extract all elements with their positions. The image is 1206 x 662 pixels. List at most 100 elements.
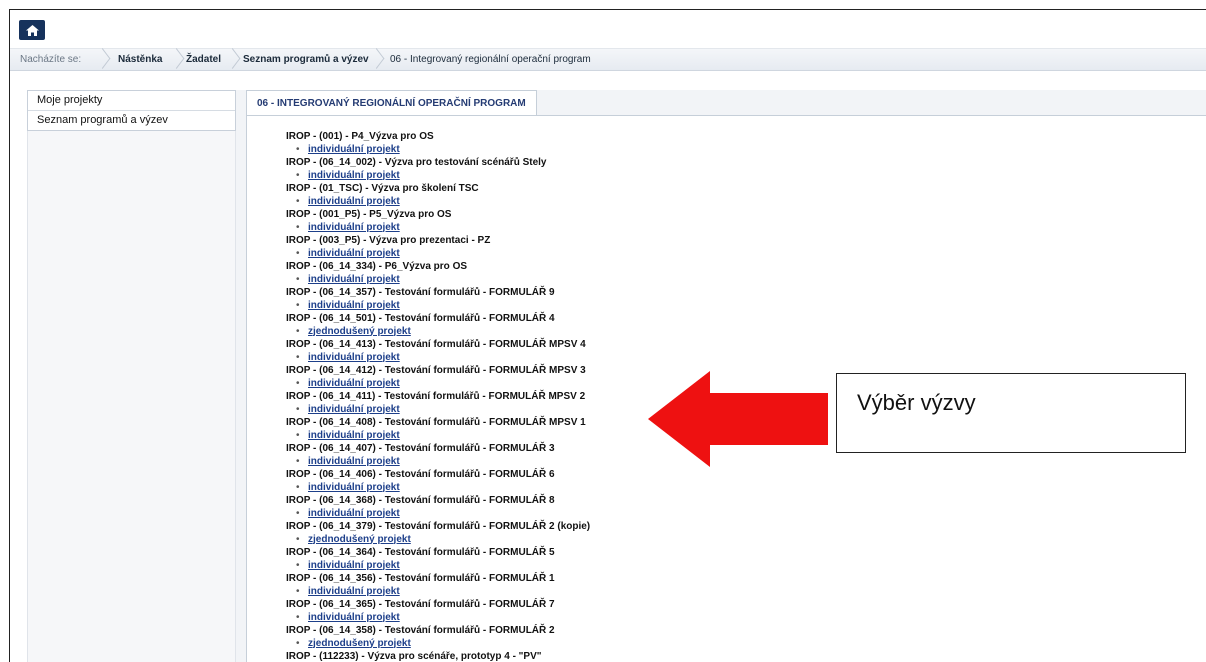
call-title: IROP - (06_14_358) - Testování formulářů… bbox=[286, 625, 555, 636]
project-type-link[interactable]: • individuální projekt bbox=[286, 585, 590, 599]
call-title: IROP - (003_P5) - Výzva pro prezentaci -… bbox=[286, 235, 491, 246]
project-type-link-label[interactable]: individuální projekt bbox=[308, 274, 400, 285]
call-title: IROP - (06_14_365) - Testování formulářů… bbox=[286, 599, 555, 610]
project-type-link[interactable]: • individuální projekt bbox=[286, 429, 590, 443]
call-title: IROP - (06_14_413) - Testování formulářů… bbox=[286, 339, 586, 350]
project-type-link[interactable]: • individuální projekt bbox=[286, 559, 590, 573]
project-type-link-label[interactable]: individuální projekt bbox=[308, 560, 400, 571]
bullet-icon: • bbox=[296, 351, 300, 363]
breadcrumb-separator bbox=[176, 49, 186, 70]
project-type-link-label[interactable]: zjednodušený projekt bbox=[308, 638, 411, 649]
app-window: Nacházíte se: Nástěnka Žadatel Seznam pr… bbox=[9, 9, 1206, 662]
project-type-link[interactable]: • individuální projekt bbox=[286, 351, 590, 365]
project-type-link-label[interactable]: individuální projekt bbox=[308, 482, 400, 493]
call-title: IROP - (06_14_411) - Testování formulářů… bbox=[286, 391, 586, 402]
sidebar: Moje projekty Seznam programů a výzev bbox=[27, 90, 236, 131]
call-title: IROP - (001) - P4_Výzva pro OS bbox=[286, 131, 434, 142]
bullet-icon: • bbox=[296, 143, 300, 155]
project-type-link[interactable]: • individuální projekt bbox=[286, 403, 590, 417]
project-type-link[interactable]: • individuální projekt bbox=[286, 195, 590, 209]
bullet-icon: • bbox=[296, 221, 300, 233]
project-type-link[interactable]: • individuální projekt bbox=[286, 481, 590, 495]
breadcrumb-separator bbox=[232, 49, 242, 70]
project-type-link[interactable]: • individuální projekt bbox=[286, 455, 590, 469]
bullet-icon: • bbox=[296, 247, 300, 259]
bullet-icon: • bbox=[296, 195, 300, 207]
project-type-link[interactable]: • individuální projekt bbox=[286, 221, 590, 235]
project-type-link-label[interactable]: zjednodušený projekt bbox=[308, 534, 411, 545]
project-type-link[interactable]: • individuální projekt bbox=[286, 143, 590, 157]
sidebar-item-seznam-programu[interactable]: Seznam programů a výzev bbox=[28, 111, 235, 130]
call-title: IROP - (06_14_406) - Testování formulářů… bbox=[286, 469, 555, 480]
home-icon bbox=[25, 24, 39, 36]
bullet-icon: • bbox=[296, 611, 300, 623]
project-type-link[interactable]: • individuální projekt bbox=[286, 377, 590, 391]
bullet-icon: • bbox=[296, 273, 300, 285]
project-type-link[interactable]: • individuální projekt bbox=[286, 247, 590, 261]
project-type-link-label[interactable]: individuální projekt bbox=[308, 508, 400, 519]
call-title: IROP - (06_14_364) - Testování formulářů… bbox=[286, 547, 555, 558]
project-type-link-label[interactable]: individuální projekt bbox=[308, 248, 400, 259]
sidebar-item-moje-projekty[interactable]: Moje projekty bbox=[28, 91, 235, 111]
project-type-link-label[interactable]: individuální projekt bbox=[308, 378, 400, 389]
bullet-icon: • bbox=[296, 403, 300, 415]
project-type-link-label[interactable]: individuální projekt bbox=[308, 196, 400, 207]
project-type-link[interactable]: • zjednodušený projekt bbox=[286, 533, 590, 547]
call-title: IROP - (06_14_002) - Výzva pro testování… bbox=[286, 157, 547, 168]
tab-irop[interactable]: 06 - INTEGROVANÝ REGIONÁLNÍ OPERAČNÍ PRO… bbox=[246, 90, 537, 116]
top-bar bbox=[10, 10, 1206, 49]
project-type-link-label[interactable]: individuální projekt bbox=[308, 170, 400, 181]
bullet-icon: • bbox=[296, 507, 300, 519]
project-type-link[interactable]: • individuální projekt bbox=[286, 611, 590, 625]
breadcrumb-item-seznam[interactable]: Seznam programů a výzev bbox=[243, 49, 369, 70]
breadcrumb-separator bbox=[376, 49, 386, 70]
project-type-link[interactable]: • individuální projekt bbox=[286, 169, 590, 183]
project-type-link-label[interactable]: individuální projekt bbox=[308, 430, 400, 441]
breadcrumb-label: Nacházíte se: bbox=[20, 54, 82, 65]
project-type-link[interactable]: • individuální projekt bbox=[286, 299, 590, 313]
project-type-link-label[interactable]: individuální projekt bbox=[308, 456, 400, 467]
call-title: IROP - (06_14_334) - P6_Výzva pro OS bbox=[286, 261, 468, 272]
bullet-icon: • bbox=[296, 299, 300, 311]
call-title: IROP - (06_14_368) - Testování formulářů… bbox=[286, 495, 555, 506]
call-title: IROP - (06_14_408) - Testování formulářů… bbox=[286, 417, 586, 428]
call-title: IROP - (06_14_501) - Testování formulářů… bbox=[286, 313, 555, 324]
project-type-link[interactable]: • individuální projekt bbox=[286, 273, 590, 287]
project-type-link-label[interactable]: individuální projekt bbox=[308, 586, 400, 597]
home-button[interactable] bbox=[19, 20, 45, 40]
call-list: IROP - (001) - P4_Výzva pro OS • individuá… bbox=[286, 130, 590, 662]
annotation-arrow bbox=[648, 371, 828, 467]
breadcrumb-separator bbox=[102, 49, 112, 70]
project-type-link[interactable]: • zjednodušený projekt bbox=[286, 637, 590, 651]
call-title: IROP - (06_14_407) - Testování formulářů… bbox=[286, 443, 555, 454]
project-type-link-label[interactable]: individuální projekt bbox=[308, 144, 400, 155]
breadcrumb: Nacházíte se: Nástěnka Žadatel Seznam pr… bbox=[10, 49, 1206, 71]
sidebar-background bbox=[27, 130, 236, 662]
breadcrumb-item-zadatel[interactable]: Žadatel bbox=[186, 49, 221, 70]
bullet-icon: • bbox=[296, 559, 300, 571]
bullet-icon: • bbox=[296, 377, 300, 389]
project-type-link-label[interactable]: zjednodušený projekt bbox=[308, 326, 411, 337]
project-type-link-label[interactable]: individuální projekt bbox=[308, 222, 400, 233]
project-type-link-label[interactable]: individuální projekt bbox=[308, 300, 400, 311]
bullet-icon: • bbox=[296, 325, 300, 337]
bullet-icon: • bbox=[296, 585, 300, 597]
project-type-link-label[interactable]: individuální projekt bbox=[308, 352, 400, 363]
call-title: IROP - (06_14_356) - Testování formulářů… bbox=[286, 573, 555, 584]
annotation-callout: Výběr výzvy bbox=[836, 373, 1186, 453]
bullet-icon: • bbox=[296, 429, 300, 441]
bullet-icon: • bbox=[296, 533, 300, 545]
project-type-link-label[interactable]: individuální projekt bbox=[308, 404, 400, 415]
bullet-icon: • bbox=[296, 169, 300, 181]
call-title: IROP - (06_14_357) - Testování formulářů… bbox=[286, 287, 555, 298]
project-type-link-label[interactable]: individuální projekt bbox=[308, 612, 400, 623]
call-title: IROP - (112233) - Výzva pro scénáře, pro… bbox=[286, 651, 542, 662]
call-title: IROP - (06_14_412) - Testování formulářů… bbox=[286, 365, 586, 376]
bullet-icon: • bbox=[296, 637, 300, 649]
breadcrumb-item-nastenka[interactable]: Nástěnka bbox=[118, 49, 162, 70]
project-type-link[interactable]: • individuální projekt bbox=[286, 507, 590, 521]
call-title: IROP - (001_P5) - P5_Výzva pro OS bbox=[286, 209, 452, 220]
annotation-label: Výběr výzvy bbox=[857, 390, 976, 415]
project-type-link[interactable]: • zjednodušený projekt bbox=[286, 325, 590, 339]
call-title: IROP - (01_TSC) - Výzva pro školení TSC bbox=[286, 183, 479, 194]
